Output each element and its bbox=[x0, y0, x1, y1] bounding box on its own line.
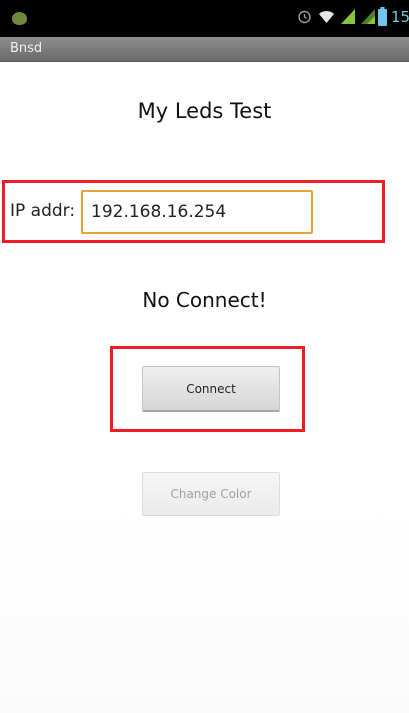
signal-icon bbox=[361, 9, 375, 24]
wifi-icon bbox=[319, 11, 334, 23]
app-title-bar: Bnsd bbox=[0, 37, 409, 62]
page-title: My Leds Test bbox=[137, 99, 272, 123]
change-color-button[interactable]: Change Color bbox=[142, 472, 280, 516]
battery-icon bbox=[378, 7, 387, 26]
ip-address-label: IP addr: bbox=[10, 201, 76, 221]
connection-status-text: No Connect! bbox=[142, 288, 267, 312]
app-title: Bnsd bbox=[10, 41, 43, 56]
connect-button[interactable]: Connect bbox=[142, 366, 280, 412]
app-screen: 15:15 Bnsd My Leds Test IP addr: No Conn… bbox=[0, 0, 409, 713]
status-bar-clock: 15:15 bbox=[391, 8, 409, 26]
status-bar: 15:15 bbox=[0, 0, 409, 37]
signal-icon bbox=[341, 9, 355, 24]
ip-address-input[interactable] bbox=[81, 190, 313, 234]
app-notification-icon bbox=[12, 12, 27, 25]
alarm-icon bbox=[298, 10, 311, 24]
